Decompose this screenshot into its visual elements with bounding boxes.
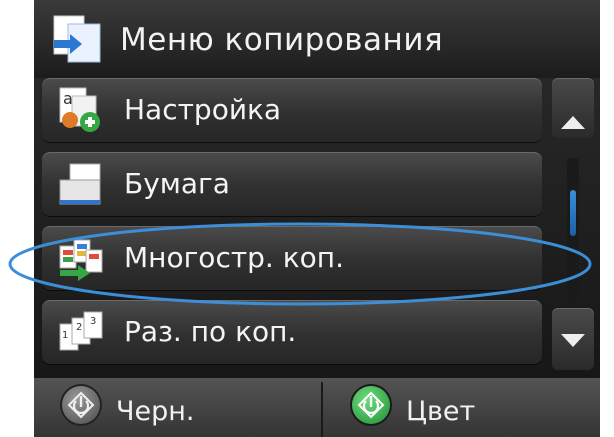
svg-text:3: 3 bbox=[90, 316, 96, 327]
scroll-up-icon bbox=[561, 116, 585, 129]
collate-icon: 1 2 3 bbox=[59, 311, 103, 351]
start-black-label: Черн. bbox=[116, 396, 195, 427]
scroll-down-icon bbox=[561, 334, 585, 347]
menu-item-label: Настройка bbox=[124, 93, 282, 126]
start-color-button[interactable]: Цвет bbox=[324, 378, 600, 437]
copy-menu-icon bbox=[53, 15, 101, 63]
menu-item-label: Раз. по коп. bbox=[124, 315, 297, 348]
scroll-up-button[interactable] bbox=[552, 78, 594, 138]
scroll-thumb[interactable] bbox=[570, 190, 576, 236]
settings-doc-icon: a bbox=[59, 87, 100, 132]
menu-item-multipage-copy[interactable]: Многостр. коп. bbox=[42, 226, 542, 290]
start-color-label: Цвет bbox=[406, 396, 476, 427]
paper-icon bbox=[59, 163, 101, 205]
menu-item-label: Бумага bbox=[124, 167, 230, 200]
menu-item-collate[interactable]: 1 2 3 Раз. по коп. bbox=[42, 300, 542, 364]
start-black-icon bbox=[62, 386, 100, 424]
svg-text:2: 2 bbox=[76, 322, 82, 333]
svg-text:1: 1 bbox=[62, 330, 68, 341]
menu-item-paper[interactable]: Бумага bbox=[42, 152, 542, 216]
svg-text:a: a bbox=[63, 89, 73, 108]
start-color-icon bbox=[352, 386, 390, 424]
menu-item-label: Многостр. коп. bbox=[124, 241, 344, 274]
page-title: Меню копирования bbox=[120, 22, 444, 58]
header-bar: Меню копирования bbox=[34, 0, 600, 78]
copy-menu-screen: Меню копирования a Настройка Бумага Мног… bbox=[34, 0, 600, 437]
menu-item-settings[interactable]: a Настройка bbox=[42, 78, 542, 142]
multipage-copy-icon bbox=[59, 239, 103, 281]
start-black-button[interactable]: Черн. bbox=[34, 378, 320, 437]
bottom-divider bbox=[321, 382, 323, 437]
